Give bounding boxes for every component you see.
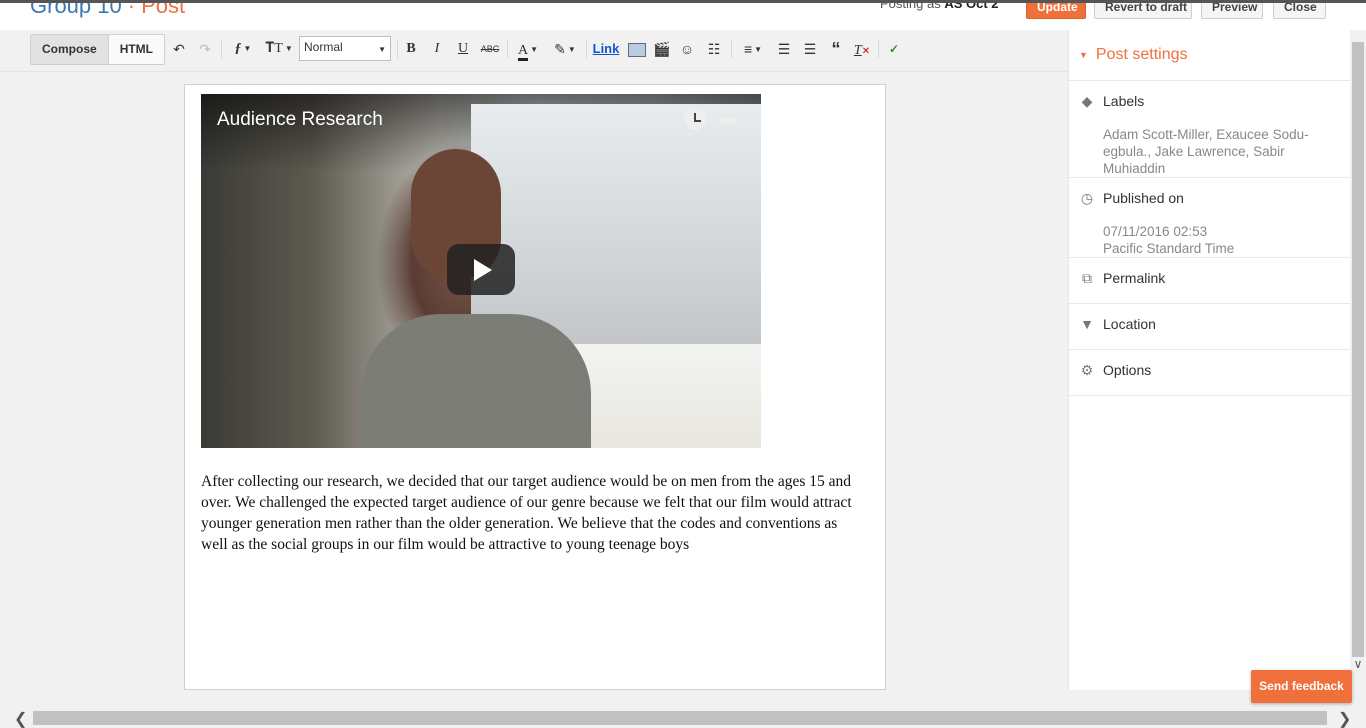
published-heading: ◷ Published on [1079, 190, 1184, 207]
labels-heading-text: Labels [1103, 93, 1145, 109]
html-mode-button[interactable]: HTML [108, 35, 165, 64]
location-heading-text: Location [1103, 316, 1156, 332]
blog-title[interactable]: Group 10 · Post [30, 0, 186, 19]
redo-icon[interactable]: ↷ [196, 38, 214, 60]
posting-as-user[interactable]: AS Oct 2 [944, 3, 998, 11]
watch-later-icon[interactable] [684, 108, 706, 130]
play-icon[interactable] [447, 244, 515, 295]
underline-button[interactable]: U [455, 38, 471, 60]
posting-as-prefix: Posting as [880, 0, 941, 11]
labels-section[interactable]: ◆ Labels Adam Scott-Miller, Exaucee Sodu-… [1069, 80, 1351, 178]
published-heading-text: Published on [1103, 190, 1184, 206]
published-date: 07/11/2016 02:53 [1103, 224, 1208, 239]
toolbar-divider [586, 40, 587, 58]
blog-name: Group 10 [30, 0, 122, 18]
preview-button[interactable]: Preview [1201, 3, 1263, 19]
options-heading: ⚙ Options [1079, 362, 1152, 379]
clock-icon: ◷ [1080, 190, 1094, 206]
chevron-down-icon: ▼ [378, 45, 386, 54]
quote-icon[interactable]: “ [826, 38, 846, 60]
remove-formatting-icon[interactable]: T✕ [852, 38, 872, 60]
format-value: Normal [304, 40, 343, 54]
video-frame-person-body [361, 314, 591, 448]
scroll-left-icon[interactable]: ❮ [14, 709, 27, 728]
editor-toolbar: Compose HTML ↶ ↷ ƒ ▼ 𝐓T ▼ Normal ▼ B I U A… [0, 30, 1068, 72]
published-section[interactable]: ◷ Published on 07/11/2016 02:53 Pacific S… [1069, 177, 1351, 257]
permalink-section[interactable]: ⧉ Permalink [1069, 257, 1351, 303]
post-settings-sidebar: ▼ Post settings ◆ Labels Adam Scott-Miller… [1068, 30, 1351, 690]
insert-image-icon[interactable] [627, 38, 647, 60]
permalink-heading-text: Permalink [1103, 270, 1166, 286]
toolbar-divider [507, 40, 508, 58]
update-button[interactable]: Update [1026, 3, 1086, 19]
options-section[interactable]: ⚙ Options [1069, 349, 1351, 396]
numbered-list-icon[interactable]: ☰ [774, 38, 794, 60]
share-icon[interactable]: ➦ [719, 106, 739, 135]
editor-area: Audience Research ➦ After collecting our… [0, 72, 1068, 690]
post-settings-header[interactable]: ▼ Post settings [1079, 46, 1188, 64]
labels-value: Adam Scott-Miller, Exaucee Sodu-egbula.,… [1103, 127, 1309, 176]
compose-mode-button[interactable]: Compose [31, 35, 109, 64]
vertical-scrollbar[interactable]: ∨ [1350, 30, 1366, 690]
embedded-video[interactable]: Audience Research ➦ [201, 94, 761, 448]
toolbar-divider [221, 40, 222, 58]
font-family-icon[interactable]: ƒ ▼ [227, 38, 259, 60]
insert-jump-break-icon[interactable]: ☷ [704, 38, 724, 60]
labels-heading: ◆ Labels [1079, 93, 1145, 110]
horizontal-scrollbar[interactable]: ❮ ❯ [0, 708, 1366, 728]
published-timezone: Pacific Standard Time [1103, 241, 1235, 256]
insert-emoji-icon[interactable]: ☺ [678, 38, 696, 60]
page-name: Post [141, 0, 186, 18]
text-color-icon[interactable]: A ▼ [512, 38, 544, 61]
font-size-icon[interactable]: 𝐓T ▼ [263, 38, 295, 60]
undo-icon[interactable]: ↶ [170, 38, 188, 60]
scroll-right-icon[interactable]: ❯ [1338, 709, 1351, 728]
mode-switch: Compose HTML [30, 34, 166, 65]
posting-as: Posting as AS Oct 2 [880, 0, 999, 11]
post-settings-title: Post settings [1095, 46, 1188, 63]
toolbar-divider [731, 40, 732, 58]
horizontal-scrollbar-thumb[interactable] [33, 711, 1327, 725]
insert-video-icon[interactable]: 🎬 [653, 38, 671, 60]
options-heading-text: Options [1103, 362, 1152, 378]
blogger-post-editor: Group 10 · Post Posting as AS Oct 2 Update… [0, 0, 1366, 728]
highlight-color-icon[interactable]: ✎ ▼ [549, 38, 581, 60]
caret-down-icon: ▼ [1079, 49, 1088, 60]
spell-check-icon[interactable]: ✓ [884, 38, 904, 60]
post-body-editor[interactable]: Audience Research ➦ After collecting our… [184, 84, 886, 690]
scroll-down-icon[interactable]: ∨ [1351, 657, 1365, 671]
strikethrough-button[interactable]: ABC [479, 38, 501, 60]
location-heading: ▼ Location [1079, 316, 1156, 332]
toolbar-divider [878, 40, 879, 58]
revert-to-draft-button[interactable]: Revert to draft [1094, 3, 1192, 19]
bulleted-list-icon[interactable]: ☰ [800, 38, 820, 60]
video-title[interactable]: Audience Research [217, 109, 383, 131]
send-feedback-button[interactable]: Send feedback [1251, 670, 1352, 703]
tag-icon: ◆ [1081, 93, 1093, 109]
location-pin-icon: ▼ [1080, 316, 1094, 332]
title-separator: · [127, 0, 136, 18]
italic-button[interactable]: I [429, 38, 445, 60]
link-button[interactable]: Link [592, 38, 620, 60]
top-header: Group 10 · Post Posting as AS Oct 2 Update… [0, 0, 1366, 30]
gear-icon: ⚙ [1080, 362, 1094, 378]
location-section[interactable]: ▼ Location [1069, 303, 1351, 349]
close-button[interactable]: Close [1273, 3, 1326, 19]
alignment-icon[interactable]: ≡ ▼ [737, 38, 769, 60]
vertical-scrollbar-thumb[interactable] [1352, 42, 1364, 657]
permalink-heading: ⧉ Permalink [1079, 270, 1165, 287]
format-dropdown[interactable]: Normal ▼ [299, 36, 391, 61]
toolbar-divider [397, 40, 398, 58]
bold-button[interactable]: B [403, 38, 419, 60]
post-body-text[interactable]: After collecting our research, we decide… [201, 471, 861, 555]
link-icon: ⧉ [1082, 270, 1092, 286]
